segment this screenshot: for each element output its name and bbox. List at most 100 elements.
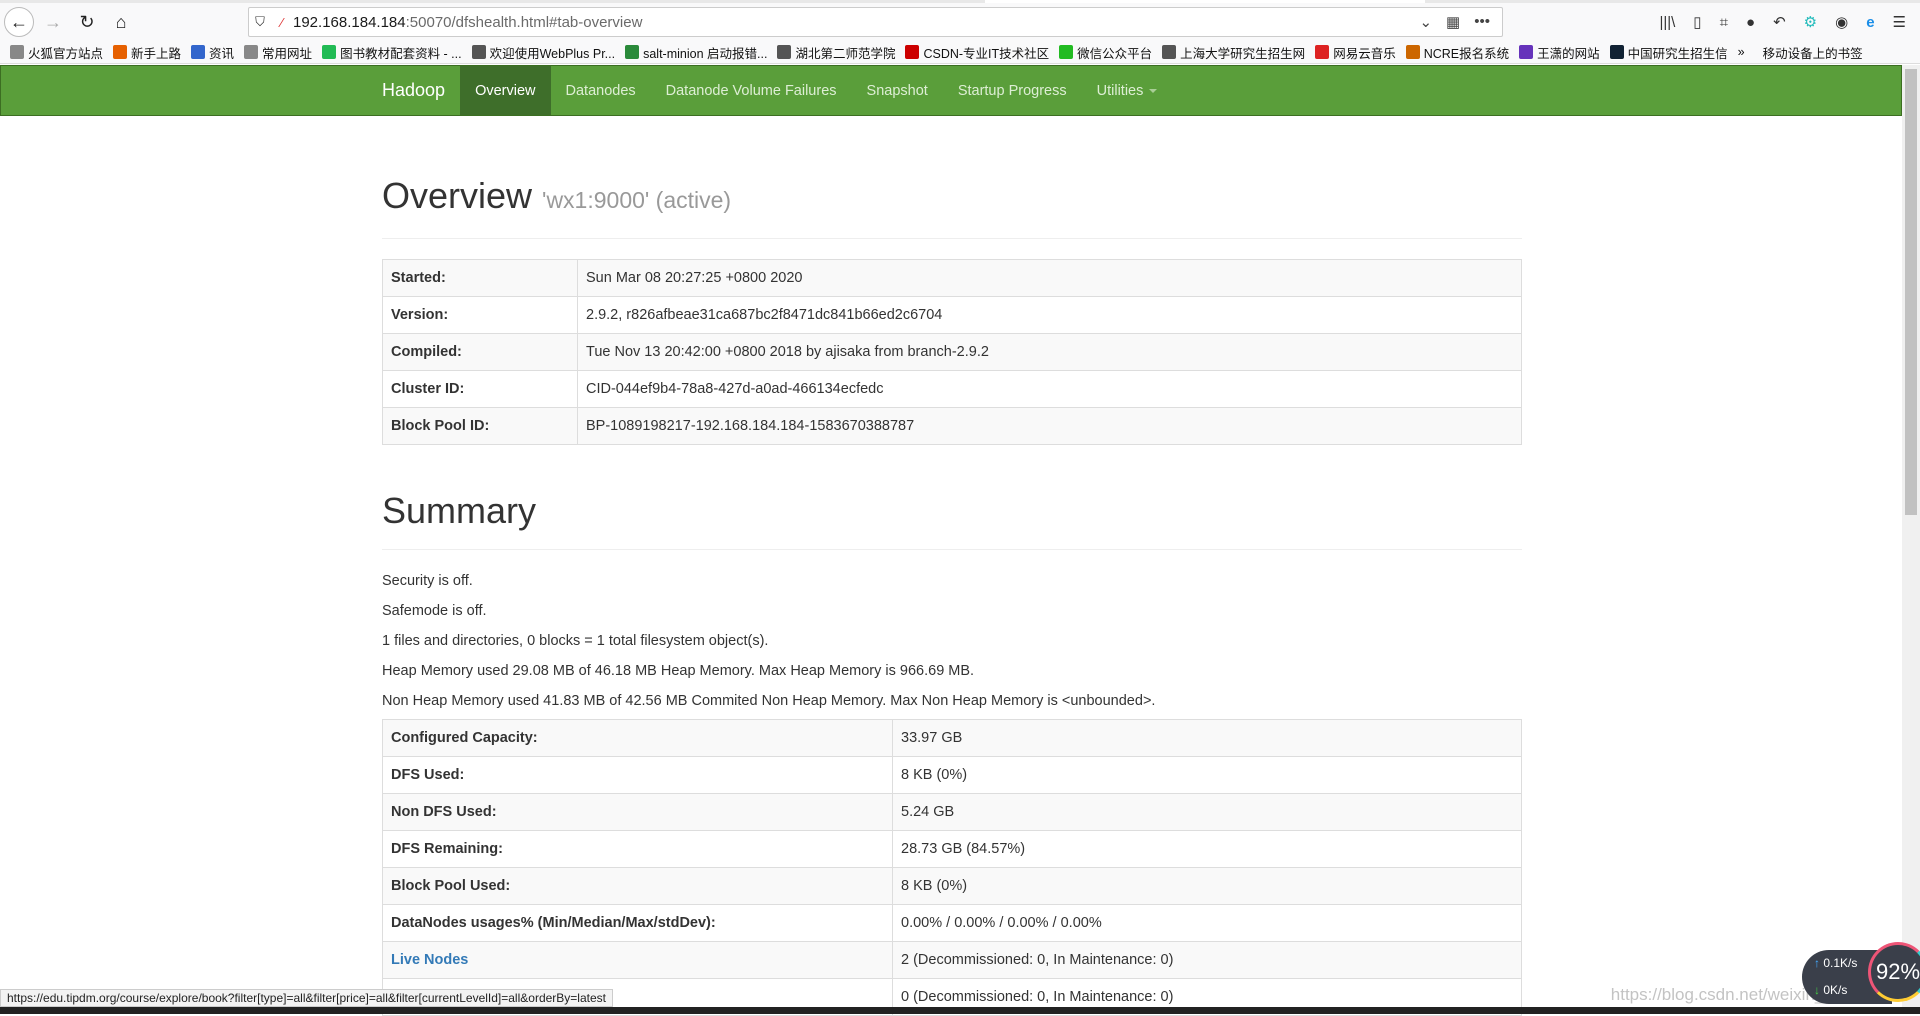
bookmark-item[interactable]: 图书教材配套资料 - ... — [322, 43, 462, 62]
bookmarks-overflow-icon[interactable]: » — [1738, 45, 1745, 59]
row-label: DFS Remaining: — [382, 830, 893, 868]
summary-line: Heap Memory used 29.08 MB of 46.18 MB He… — [382, 663, 975, 679]
summary-line: Safemode is off. — [382, 603, 487, 619]
bookmark-icon — [1315, 45, 1330, 59]
main-content: Overview 'wx1:9000' (active) Started: Sun… — [382, 116, 1522, 1016]
bookmark-item[interactable]: 中国研究生招生信 — [1609, 43, 1728, 62]
insecure-lock-icon[interactable]: ⁄ — [271, 15, 293, 30]
bookmark-item[interactable]: 火狐官方站点 — [10, 43, 103, 62]
table-row: Configured Capacity: 33.97 GB — [382, 719, 1522, 757]
shield-icon[interactable]: ⛉ — [249, 14, 271, 30]
qr-code-icon[interactable]: ▦ — [1446, 13, 1460, 31]
table-row: Version: 2.9.2, r826afbeae31ca687bc2f8471… — [382, 296, 1522, 334]
row-label: Cluster ID: — [382, 370, 578, 408]
page-title: Overview 'wx1:9000' (active) — [382, 176, 1522, 220]
url-bar[interactable]: ⛉ ⁄ 192.168.184.184:50070/dfshealth.html… — [248, 7, 1503, 37]
scrollbar[interactable] — [1902, 65, 1920, 1007]
table-row: DFS Remaining: 28.73 GB (84.57%) — [382, 830, 1522, 868]
bookmark-label: 网易云音乐 — [1333, 46, 1396, 61]
bookmark-icon — [625, 45, 640, 59]
bookmark-icon — [1609, 45, 1624, 59]
reload-button[interactable]: ↻ — [72, 7, 102, 37]
nav-datanodes[interactable]: Datanodes — [551, 66, 651, 115]
undo-icon[interactable]: ↶ — [1773, 13, 1786, 31]
browser-toolbar: ← → ↻ ⌂ ⛉ ⁄ 192.168.184.184:50070/dfshea… — [0, 3, 1920, 41]
row-value: 2 (Decommissioned: 0, In Maintenance: 0) — [892, 941, 1522, 979]
row-value: 8 KB (0%) — [892, 867, 1522, 905]
bookmark-item[interactable]: 网易云音乐 — [1315, 43, 1396, 62]
bookmark-item[interactable]: 资讯 — [191, 43, 234, 62]
bookmark-label: salt-minion 启动报错... — [643, 46, 768, 61]
row-label: Compiled: — [382, 333, 578, 371]
bookmark-item[interactable]: 上海大学研究生招生网 — [1162, 43, 1305, 62]
bookmarks-bar: 火狐官方站点 新手上路 资讯 常用网址 图书教材配套资料 - ... 欢迎使用WebPlu… — [0, 41, 1920, 64]
bookmark-item[interactable]: 王潇的网站 — [1519, 43, 1600, 62]
home-button[interactable]: ⌂ — [106, 7, 136, 37]
chat-icon[interactable]: ● — [1746, 14, 1755, 31]
screenshot-icon[interactable]: ⌗ — [1720, 14, 1728, 31]
ie-icon[interactable]: e — [1866, 14, 1874, 31]
navbar: Hadoop Overview Datanodes Datanode Volum… — [0, 65, 1902, 116]
node-link[interactable]: Live Nodes — [391, 952, 468, 968]
row-value: 2.9.2, r826afbeae31ca687bc2f8471dc841b66… — [577, 296, 1522, 334]
summary-lines: Security is off. Safemode is off. 1 files … — [382, 566, 1522, 716]
more-icon[interactable]: ••• — [1474, 13, 1490, 31]
bookmark-label: CSDN-专业IT技术社区 — [923, 46, 1050, 61]
row-value: BP-1089198217-192.168.184.184-1583670388… — [577, 407, 1522, 445]
bookmark-item[interactable]: 新手上路 — [113, 43, 181, 62]
bookmark-item[interactable]: 微信公众平台 — [1059, 43, 1152, 62]
bookmark-label: 图书教材配套资料 - ... — [340, 46, 462, 61]
row-label: Started: — [382, 259, 578, 297]
forward-button[interactable]: → — [38, 7, 68, 37]
row-label: Live Nodes — [382, 941, 893, 979]
table-row: Compiled: Tue Nov 13 20:42:00 +0800 2018 … — [382, 333, 1522, 371]
bookmark-label: 火狐官方站点 — [28, 46, 104, 61]
nav-startup-progress[interactable]: Startup Progress — [943, 66, 1082, 115]
row-label: Non DFS Used: — [382, 793, 893, 831]
brand[interactable]: Hadoop — [381, 66, 460, 115]
row-value: CID-044ef9b4-78a8-427d-a0ad-466134ecfedc — [577, 370, 1522, 408]
url-host: 192.168.184.184 — [293, 13, 406, 31]
bookmark-label: 欢迎使用WebPlus Pr... — [489, 46, 616, 61]
bookmark-item[interactable]: salt-minion 启动报错... — [625, 43, 767, 62]
nav-snapshot[interactable]: Snapshot — [852, 66, 943, 115]
bookmark-icon — [322, 45, 337, 59]
summary-line: Security is off. — [382, 573, 473, 589]
caret-icon — [1149, 88, 1158, 93]
row-value: Sun Mar 08 20:27:25 +0800 2020 — [577, 259, 1522, 297]
row-label: Block Pool ID: — [382, 407, 578, 445]
row-value: 28.73 GB (84.57%) — [892, 830, 1522, 868]
bookmark-icon — [10, 45, 24, 59]
bookmark-icon — [1059, 45, 1074, 59]
bookmark-label: 上海大学研究生招生网 — [1180, 46, 1306, 61]
library-icon[interactable]: |||\ — [1659, 14, 1675, 31]
bookmark-item[interactable]: CSDN-专业IT技术社区 — [905, 43, 1049, 62]
bookmark-item[interactable]: NCRE报名系统 — [1405, 43, 1509, 62]
network-widget[interactable]: ↑ 0.1K/s ↓ 0K/s 92% — [1802, 942, 1920, 1004]
nav-overview[interactable]: Overview — [460, 66, 551, 115]
bookmark-item[interactable]: 欢迎使用WebPlus Pr... — [471, 43, 616, 62]
account-icon[interactable]: ◉ — [1835, 13, 1848, 31]
scrollbar-thumb[interactable] — [1905, 69, 1917, 515]
summary-table: Configured Capacity: 33.97 GB DFS Used: 8 K… — [382, 719, 1522, 1016]
sidebar-icon[interactable]: ▯ — [1693, 13, 1701, 31]
summary-line: 1 files and directories, 0 blocks = 1 to… — [382, 633, 769, 649]
mobile-bookmarks[interactable]: 移动设备上的书签 — [1763, 43, 1863, 62]
bookmark-item[interactable]: 常用网址 — [244, 43, 312, 62]
chevron-down-icon[interactable]: ⌄ — [1419, 13, 1432, 31]
menu-icon[interactable]: ☰ — [1893, 13, 1906, 31]
bookmark-item[interactable]: 湖北第二师范学院 — [777, 43, 895, 62]
table-row: Non DFS Used: 5.24 GB — [382, 793, 1522, 831]
table-row: Cluster ID: CID-044ef9b4-78a8-427d-a0ad-4… — [382, 370, 1522, 408]
memory-gauge: 92% — [1868, 942, 1920, 1002]
nav-volume-failures[interactable]: Datanode Volume Failures — [651, 66, 852, 115]
row-label: Block Pool Used: — [382, 867, 893, 905]
back-button[interactable]: ← — [4, 7, 34, 37]
row-label: Configured Capacity: — [382, 719, 893, 757]
nav-utilities[interactable]: Utilities — [1082, 66, 1173, 115]
bookmark-icon — [1519, 45, 1534, 59]
bookmark-icon — [244, 45, 259, 59]
gear-icon[interactable]: ⚙ — [1804, 13, 1817, 31]
taskbar — [0, 1007, 1920, 1014]
bookmark-icon — [1162, 45, 1177, 59]
